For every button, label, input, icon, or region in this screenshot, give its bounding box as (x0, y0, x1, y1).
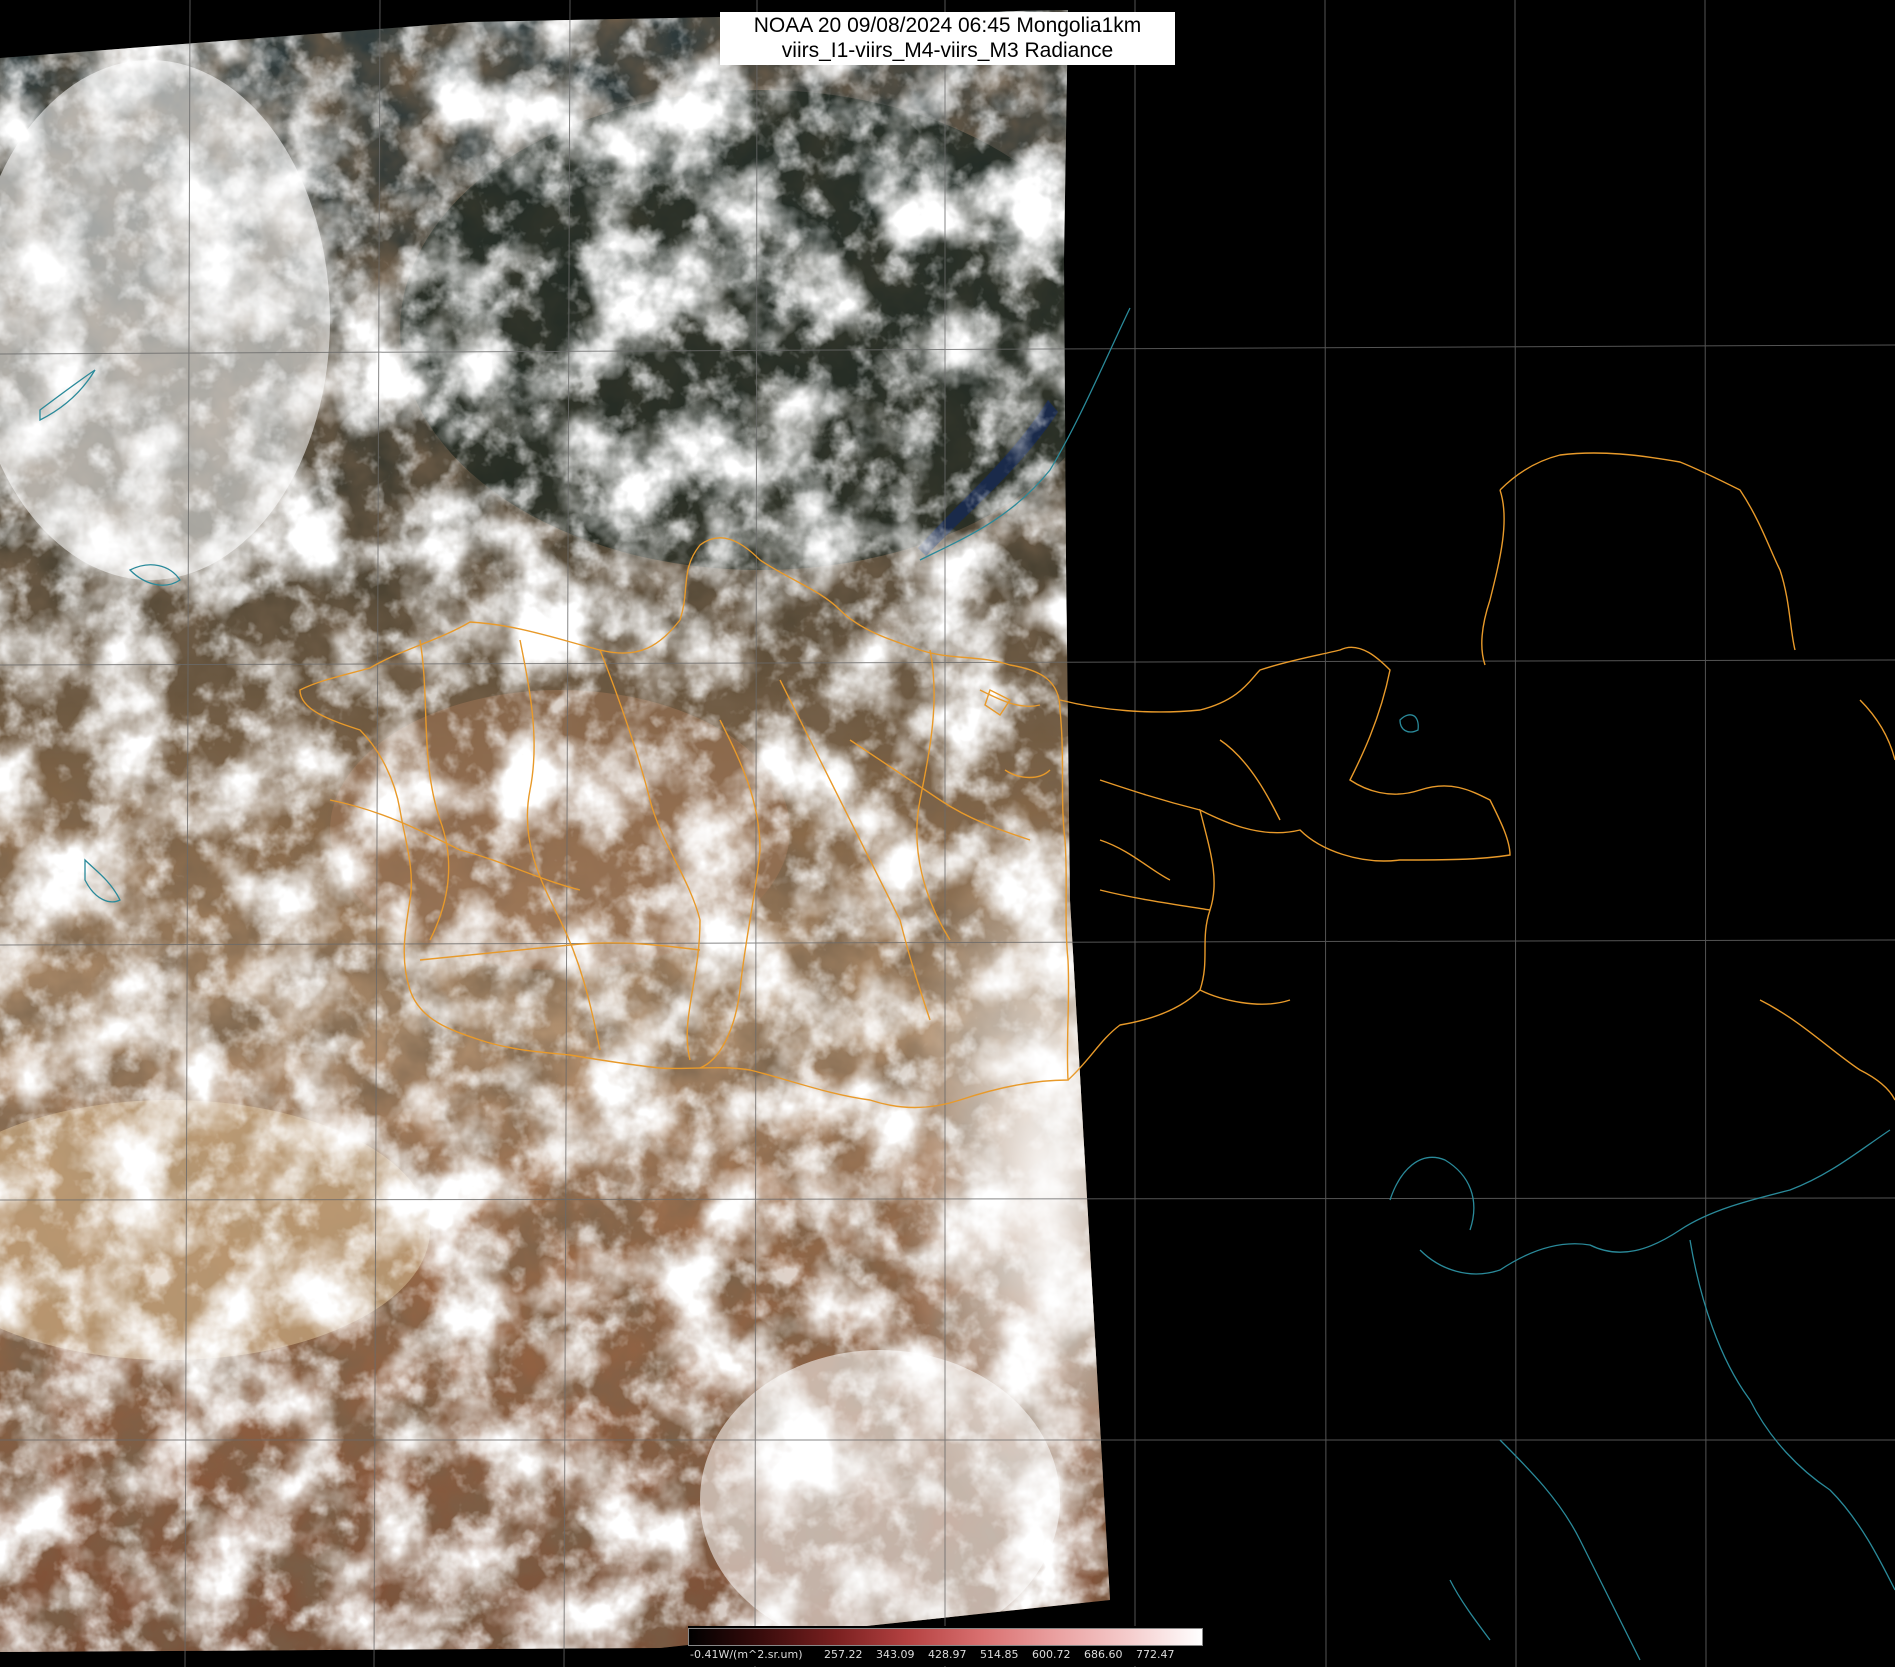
colorbar-labels: -0.41W/(m^2.sr.um) 257.22 343.09 428.97 … (688, 1648, 1203, 1664)
colorbar-legend: -0.41W/(m^2.sr.um) 257.22 343.09 428.97 … (688, 1626, 1203, 1666)
satellite-image (0, 0, 1895, 1667)
title-box: NOAA 20 09/08/2024 06:45 Mongolia1km vii… (720, 12, 1175, 65)
colorbar (688, 1628, 1203, 1646)
title-line-2: viirs_I1-viirs_M4-viirs_M3 Radiance (781, 39, 1114, 62)
title-line-1: NOAA 20 09/08/2024 06:45 Mongolia1km (753, 14, 1142, 37)
colorbar-label: 257.22 (824, 1648, 863, 1661)
swath-imagery (0, 10, 1110, 1652)
colorbar-label: -0.41W/(m^2.sr.um) (690, 1648, 803, 1661)
colorbar-label: 514.85 (980, 1648, 1019, 1661)
colorbar-label: 343.09 (876, 1648, 915, 1661)
colorbar-label: 772.47 (1136, 1648, 1175, 1661)
colorbar-label: 428.97 (928, 1648, 967, 1661)
colorbar-label: 600.72 (1032, 1648, 1071, 1661)
colorbar-label: 686.60 (1084, 1648, 1123, 1661)
